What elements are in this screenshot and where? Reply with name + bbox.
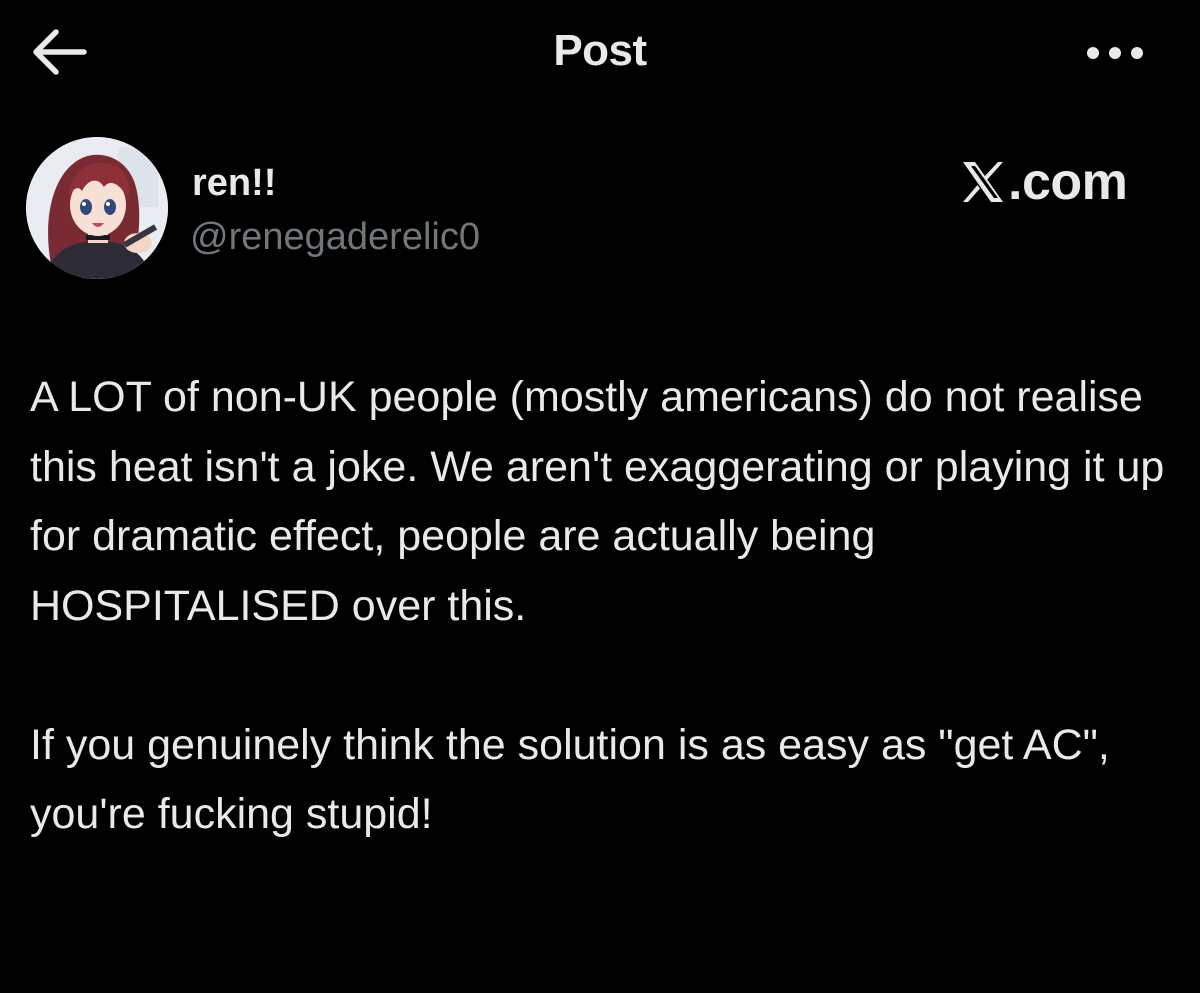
post-text: A LOT of non-UK people (mostly americans…: [30, 363, 1180, 850]
author-handle[interactable]: @renegaderelic0: [190, 216, 480, 259]
anime-avatar: [26, 137, 168, 279]
x-logo-icon: [963, 162, 1003, 202]
post-paragraph: If you genuinely think the solution is a…: [30, 720, 1110, 839]
more-options-button[interactable]: [1082, 36, 1148, 70]
author-display-name[interactable]: ren!!: [192, 162, 276, 205]
top-bar: Post: [0, 0, 1200, 110]
x-com-watermark: .com: [960, 152, 1128, 212]
page-title: Post: [553, 26, 647, 75]
avatar[interactable]: [26, 137, 168, 279]
post-paragraph: A LOT of non-UK people (mostly americans…: [30, 373, 1165, 630]
more-horizontal-icon: [1087, 47, 1143, 59]
watermark-text: .com: [1008, 153, 1128, 211]
post-author: ren!! @renegaderelic0 .com: [0, 130, 1200, 290]
